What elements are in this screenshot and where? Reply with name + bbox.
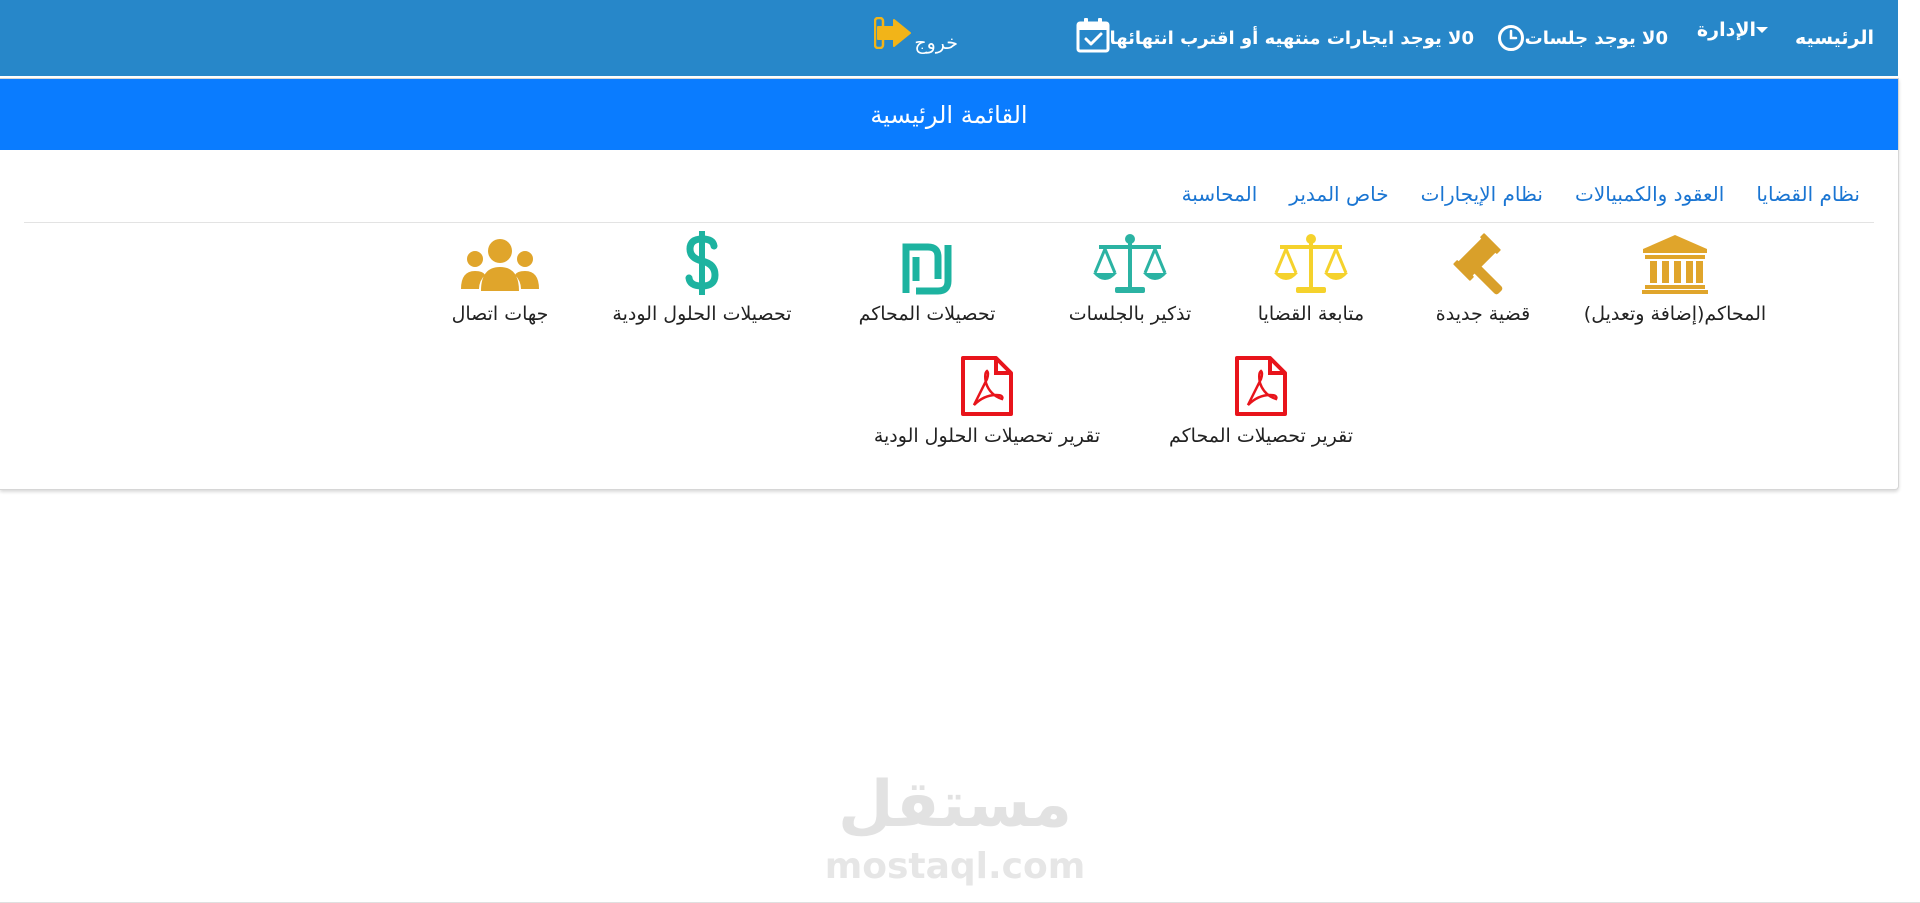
- calendar-check-icon: [1076, 18, 1110, 53]
- panel-title: القائمة الرئيسية: [870, 100, 1028, 129]
- logout-link[interactable]: خروج: [860, 0, 958, 76]
- clock-icon: [1497, 25, 1524, 51]
- pdf-icon: [1235, 356, 1287, 416]
- tile-amicable-collections-label: تحصيلات الحلول الودية: [612, 303, 792, 325]
- admin-dropdown[interactable]: الإدارة: [1697, 0, 1778, 68]
- sessions-text: لا يوجد جلسات: [1524, 27, 1656, 49]
- tile-case-followup-label: متابعة القضايا: [1257, 303, 1365, 325]
- top-navbar: الرئيسيه الإدارة لا يوجد جلسات 0 لا يوجد…: [0, 0, 1898, 76]
- tile-session-reminder[interactable]: تذكير بالجلسات: [1040, 231, 1220, 325]
- watermark-latin: mostaql.com: [824, 846, 1086, 887]
- main-menu-panel: القائمة الرئيسية نظام القضايا العقود وال…: [0, 78, 1899, 490]
- tile-amicable-collections[interactable]: تحصيلات الحلول الودية: [600, 231, 804, 325]
- leases-text: لا يوجد ايجارات منتهيه أو اقترب انتهائها: [1109, 27, 1462, 49]
- scales-icon: [1274, 234, 1348, 293]
- tile-court-collections[interactable]: تحصيلات المحاكم: [840, 231, 1014, 325]
- watermark-arabic: مستقل: [837, 768, 1073, 842]
- shekel-icon: [902, 243, 952, 295]
- nav-home-label: الرئيسيه: [1795, 27, 1874, 49]
- tab-cases[interactable]: نظام القضايا: [1756, 182, 1860, 222]
- leases-count: 0: [1461, 27, 1474, 49]
- gavel-icon: [1453, 233, 1503, 295]
- sessions-status[interactable]: لا يوجد جلسات 0: [1491, 0, 1688, 76]
- tile-amicable-collections-report-label: تقرير تحصيلات الحلول الودية: [873, 425, 1101, 447]
- users-icon: [461, 239, 539, 291]
- menu-tabs: نظام القضايا العقود والكمبيالات نظام الإ…: [1182, 182, 1860, 222]
- logout-label: خروج: [914, 32, 958, 54]
- sign-out-icon: [874, 17, 912, 49]
- tabs-divider: [24, 222, 1874, 223]
- sessions-count: 0: [1655, 27, 1668, 49]
- nav-home-link[interactable]: الرئيسيه: [1795, 0, 1874, 76]
- tile-court-collections-report[interactable]: تقرير تحصيلات المحاكم: [1160, 353, 1362, 447]
- tile-courts[interactable]: المحاكم(إضافة وتعديل): [1568, 231, 1782, 325]
- panel-header: القائمة الرئيسية: [0, 79, 1898, 150]
- tile-case-followup[interactable]: متابعة القضايا: [1226, 231, 1396, 325]
- tile-courts-label: المحاكم(إضافة وتعديل): [1583, 303, 1767, 325]
- tile-contacts[interactable]: جهات اتصال: [440, 231, 560, 325]
- tile-new-case-label: قضية جديدة: [1435, 303, 1531, 325]
- pdf-icon: [961, 356, 1013, 416]
- tab-manager[interactable]: خاص المدير: [1289, 182, 1388, 222]
- tile-amicable-collections-report[interactable]: تقرير تحصيلات الحلول الودية: [862, 353, 1112, 447]
- admin-label: الإدارة: [1696, 19, 1756, 41]
- tile-new-case[interactable]: قضية جديدة: [1400, 231, 1566, 325]
- courthouse-icon: [1642, 235, 1708, 294]
- tile-court-collections-report-label: تقرير تحصيلات المحاكم: [1168, 425, 1354, 447]
- tab-leases[interactable]: نظام الإيجارات: [1421, 182, 1543, 222]
- tile-contacts-label: جهات اتصال: [451, 303, 549, 325]
- scales-icon: [1093, 234, 1167, 293]
- tile-session-reminder-label: تذكير بالجلسات: [1068, 303, 1192, 325]
- tab-contracts[interactable]: العقود والكمبيالات: [1575, 182, 1724, 222]
- caret-down-icon: [1756, 27, 1768, 33]
- tab-accounting[interactable]: المحاسبة: [1182, 182, 1258, 222]
- tile-court-collections-label: تحصيلات المحاكم: [858, 303, 996, 325]
- leases-status[interactable]: لا يوجد ايجارات منتهيه أو اقترب انتهائها…: [1070, 0, 1494, 76]
- dollar-icon: [685, 231, 719, 295]
